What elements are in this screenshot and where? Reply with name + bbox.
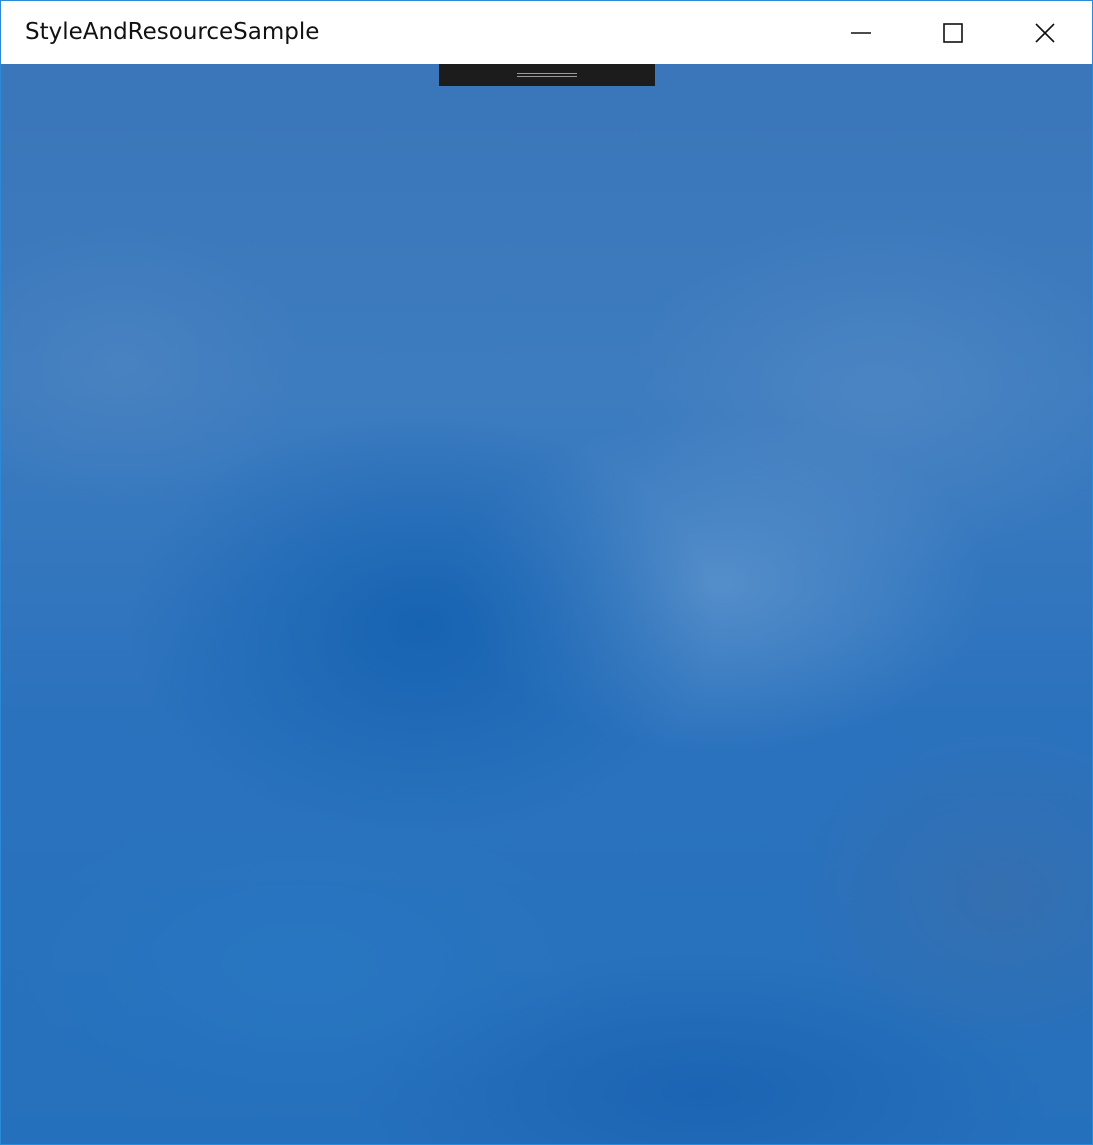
- maximize-button[interactable]: [907, 1, 999, 64]
- close-button[interactable]: [999, 1, 1091, 64]
- window-title: StyleAndResourceSample: [25, 19, 320, 45]
- title-bar[interactable]: StyleAndResourceSample: [1, 1, 1092, 64]
- grip-icon: [517, 73, 577, 74]
- maximize-icon: [943, 22, 963, 43]
- app-window: StyleAndResourceSample: [0, 0, 1093, 1145]
- close-icon: [1035, 22, 1055, 43]
- minimize-icon: [851, 31, 871, 34]
- app-content-background: [1, 64, 1092, 1144]
- minimize-button[interactable]: [815, 1, 907, 64]
- drag-handle[interactable]: [439, 64, 655, 86]
- grip-icon-line: [517, 76, 577, 77]
